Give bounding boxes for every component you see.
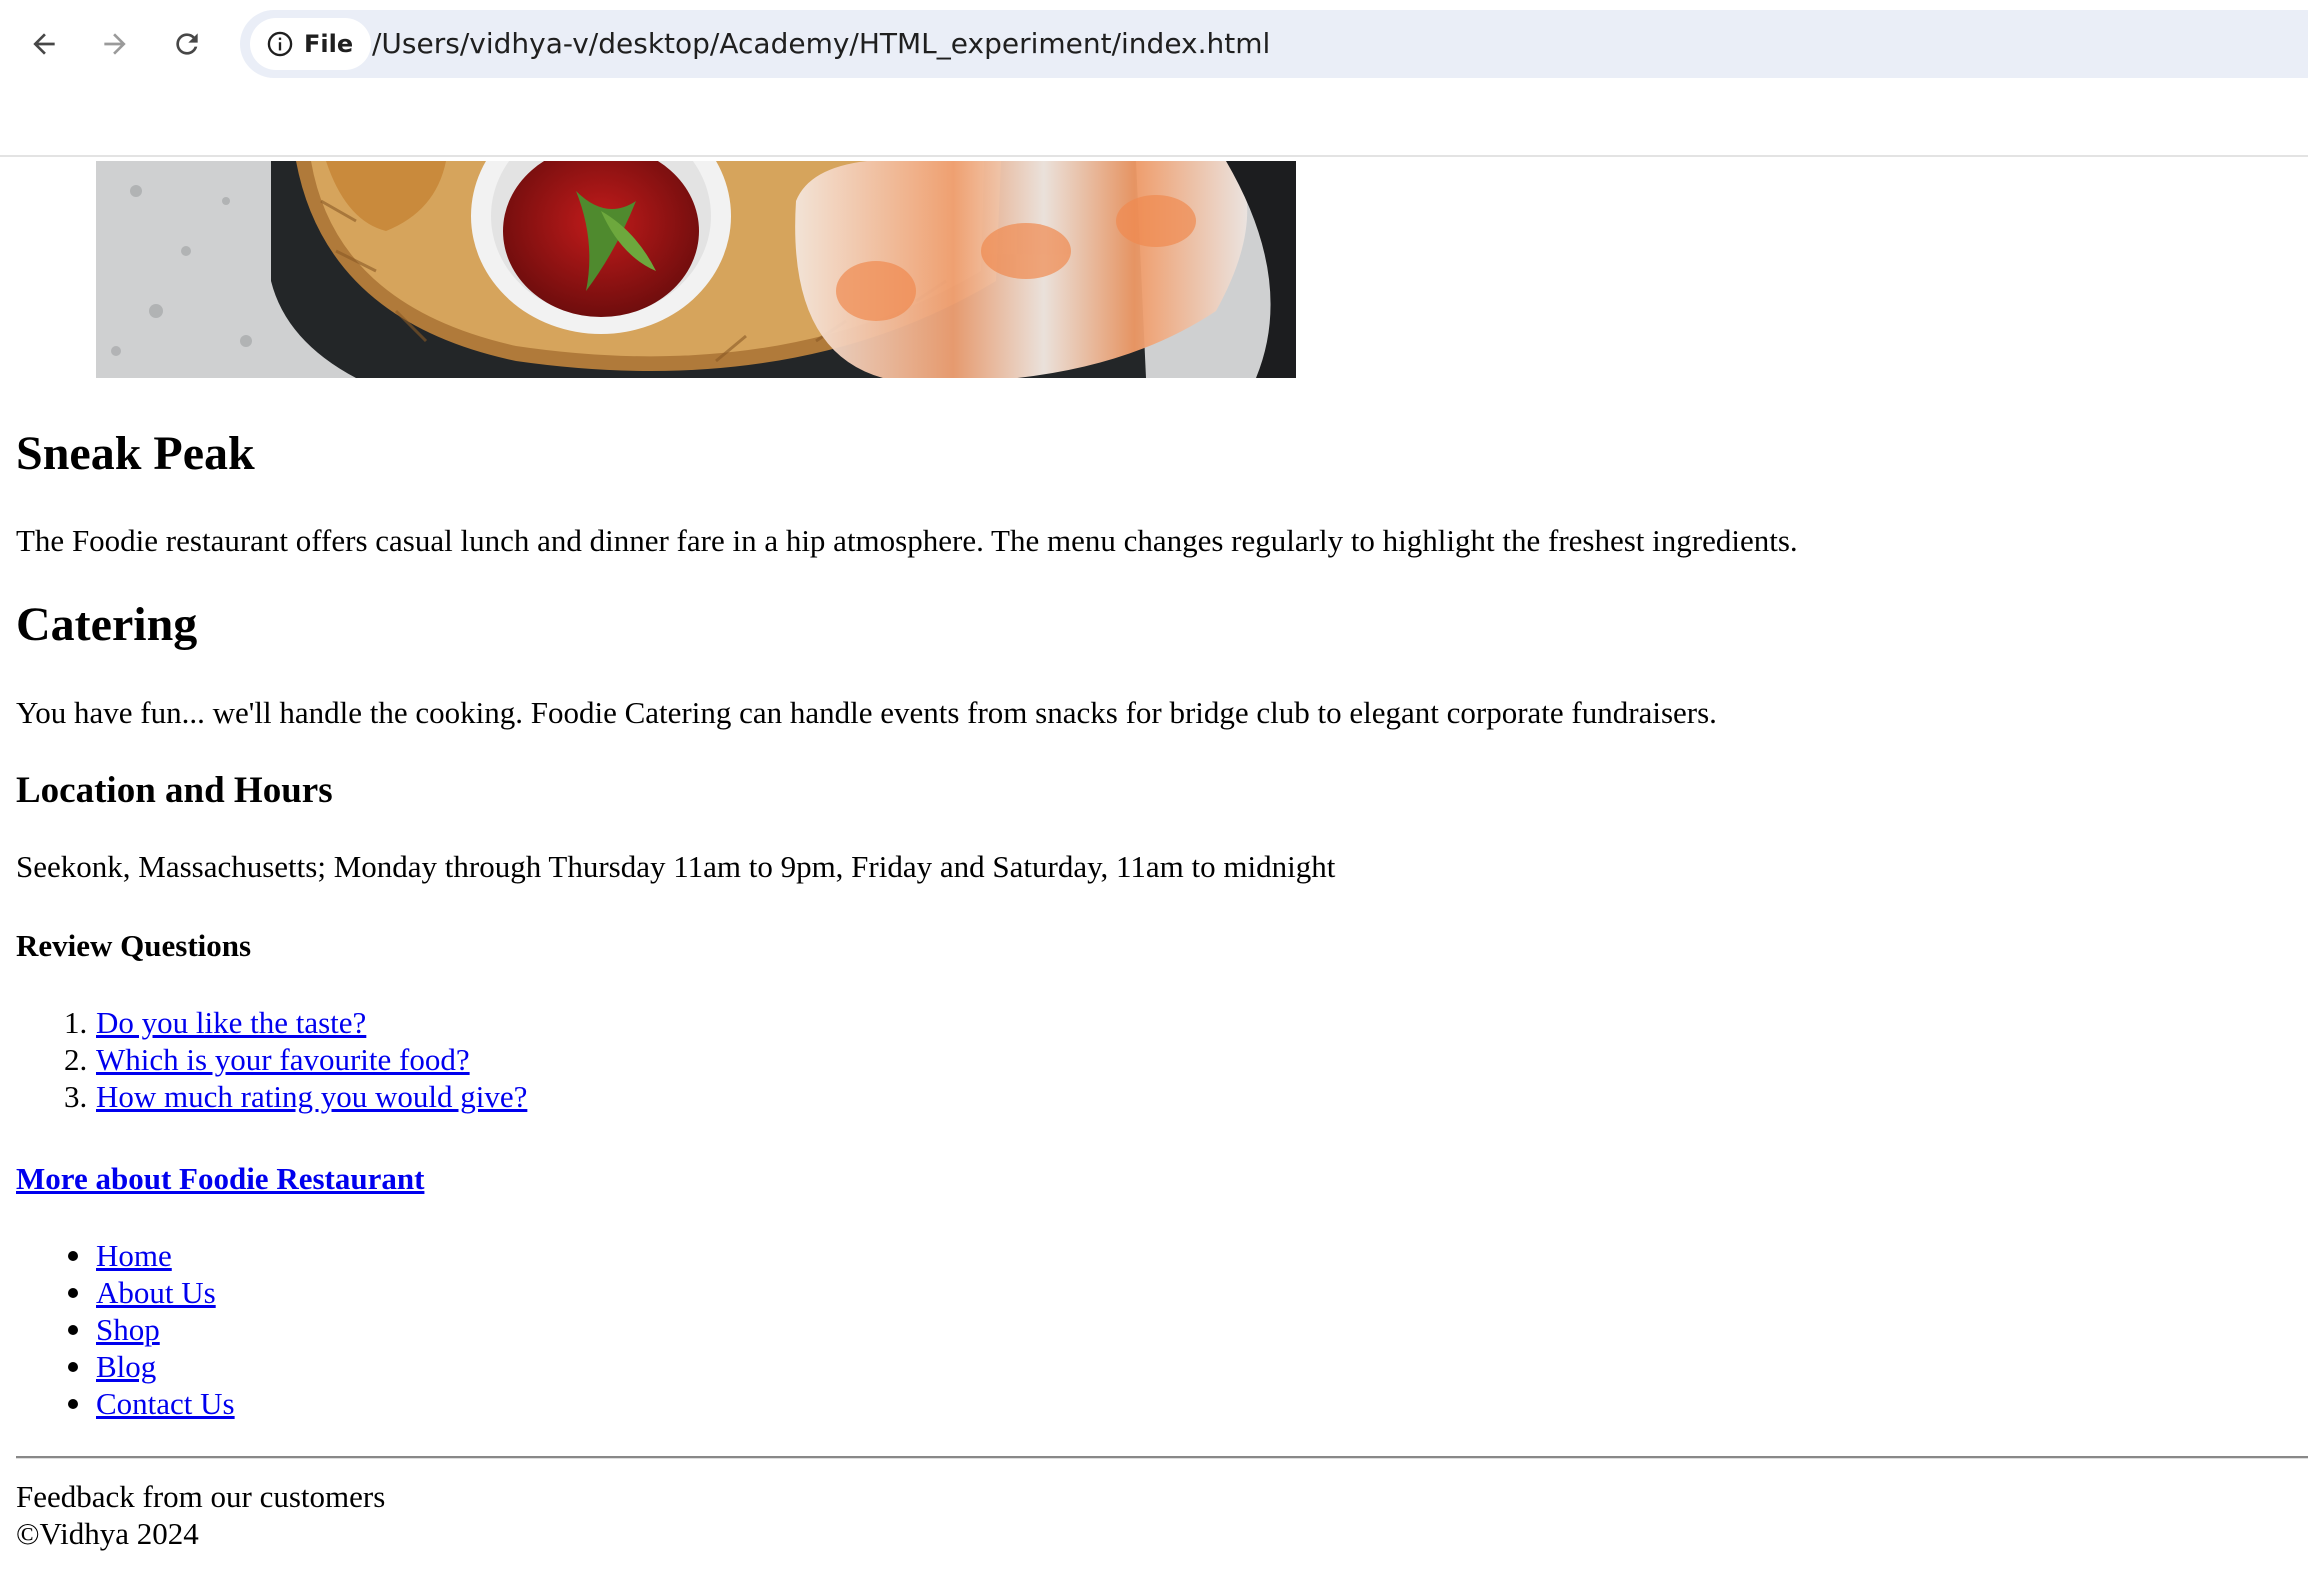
sneak-peak-text: The Foodie restaurant offers casual lunc… — [16, 523, 1798, 558]
browser-toolbar: File /Users/vidhya-v/desktop/Academy/HTM… — [0, 0, 2308, 157]
heading-catering: Catering — [16, 598, 198, 651]
footer-feedback: Feedback from our customers — [16, 1479, 386, 1514]
arrow-left-icon — [33, 33, 55, 55]
bullet — [68, 1399, 78, 1409]
heading-location-hours: Location and Hours — [16, 770, 333, 811]
nav-link-blog[interactable]: Blog — [96, 1349, 156, 1384]
nav-list: Home About Us Shop Blog Contact Us — [16, 1237, 235, 1422]
arrow-right-icon — [104, 33, 126, 55]
review-questions-list: 1. Do you like the taste? 2. Which is yo… — [16, 1004, 527, 1115]
footer-copyright: ©Vidhya 2024 — [16, 1516, 199, 1551]
list-number: 1. — [64, 1005, 88, 1040]
reload-icon — [176, 33, 198, 55]
list-number: 3. — [64, 1079, 88, 1114]
hero-food-image — [96, 161, 1296, 378]
nav-link-home[interactable]: Home — [96, 1238, 172, 1273]
reload-button[interactable] — [163, 20, 211, 68]
list-item: 3. How much rating you would give? — [16, 1078, 527, 1115]
location-text: Seekonk, Massachusetts; Monday through T… — [16, 849, 1336, 884]
list-item: Contact Us — [16, 1385, 235, 1422]
bullet — [68, 1251, 78, 1261]
heading-review-questions: Review Questions — [16, 928, 252, 963]
review-link-taste[interactable]: Do you like the taste? — [96, 1005, 366, 1040]
bullet — [68, 1325, 78, 1335]
list-item: 2. Which is your favourite food? — [16, 1041, 527, 1078]
info-icon — [267, 31, 293, 57]
bullet — [68, 1362, 78, 1372]
back-button[interactable] — [20, 20, 68, 68]
more-about-heading: More about Foodie Restaurant — [16, 1163, 424, 1194]
catering-text: You have fun... we'll handle the cooking… — [16, 695, 1717, 730]
list-item: Shop — [16, 1311, 235, 1348]
nav-link-about-us[interactable]: About Us — [96, 1275, 216, 1310]
review-link-favourite-food[interactable]: Which is your favourite food? — [96, 1042, 470, 1077]
list-item: Home — [16, 1237, 235, 1274]
nav-link-contact-us[interactable]: Contact Us — [96, 1386, 235, 1421]
heading-sneak-peak: Sneak Peak — [16, 427, 255, 480]
nav-link-shop[interactable]: Shop — [96, 1312, 160, 1347]
address-bar[interactable]: File /Users/vidhya-v/desktop/Academy/HTM… — [240, 10, 2308, 78]
list-item: Blog — [16, 1348, 235, 1385]
forward-button[interactable] — [91, 20, 139, 68]
list-item: 1. Do you like the taste? — [16, 1004, 527, 1041]
horizontal-rule — [16, 1456, 2308, 1459]
review-link-rating[interactable]: How much rating you would give? — [96, 1079, 527, 1114]
list-number: 2. — [64, 1042, 88, 1077]
chip-label: File — [304, 30, 354, 58]
site-info-chip[interactable]: File — [250, 18, 372, 70]
bullet — [68, 1288, 78, 1298]
more-about-link[interactable]: More about Foodie Restaurant — [16, 1161, 424, 1196]
list-item: About Us — [16, 1274, 235, 1311]
url-text[interactable]: /Users/vidhya-v/desktop/Academy/HTML_exp… — [372, 10, 1270, 78]
